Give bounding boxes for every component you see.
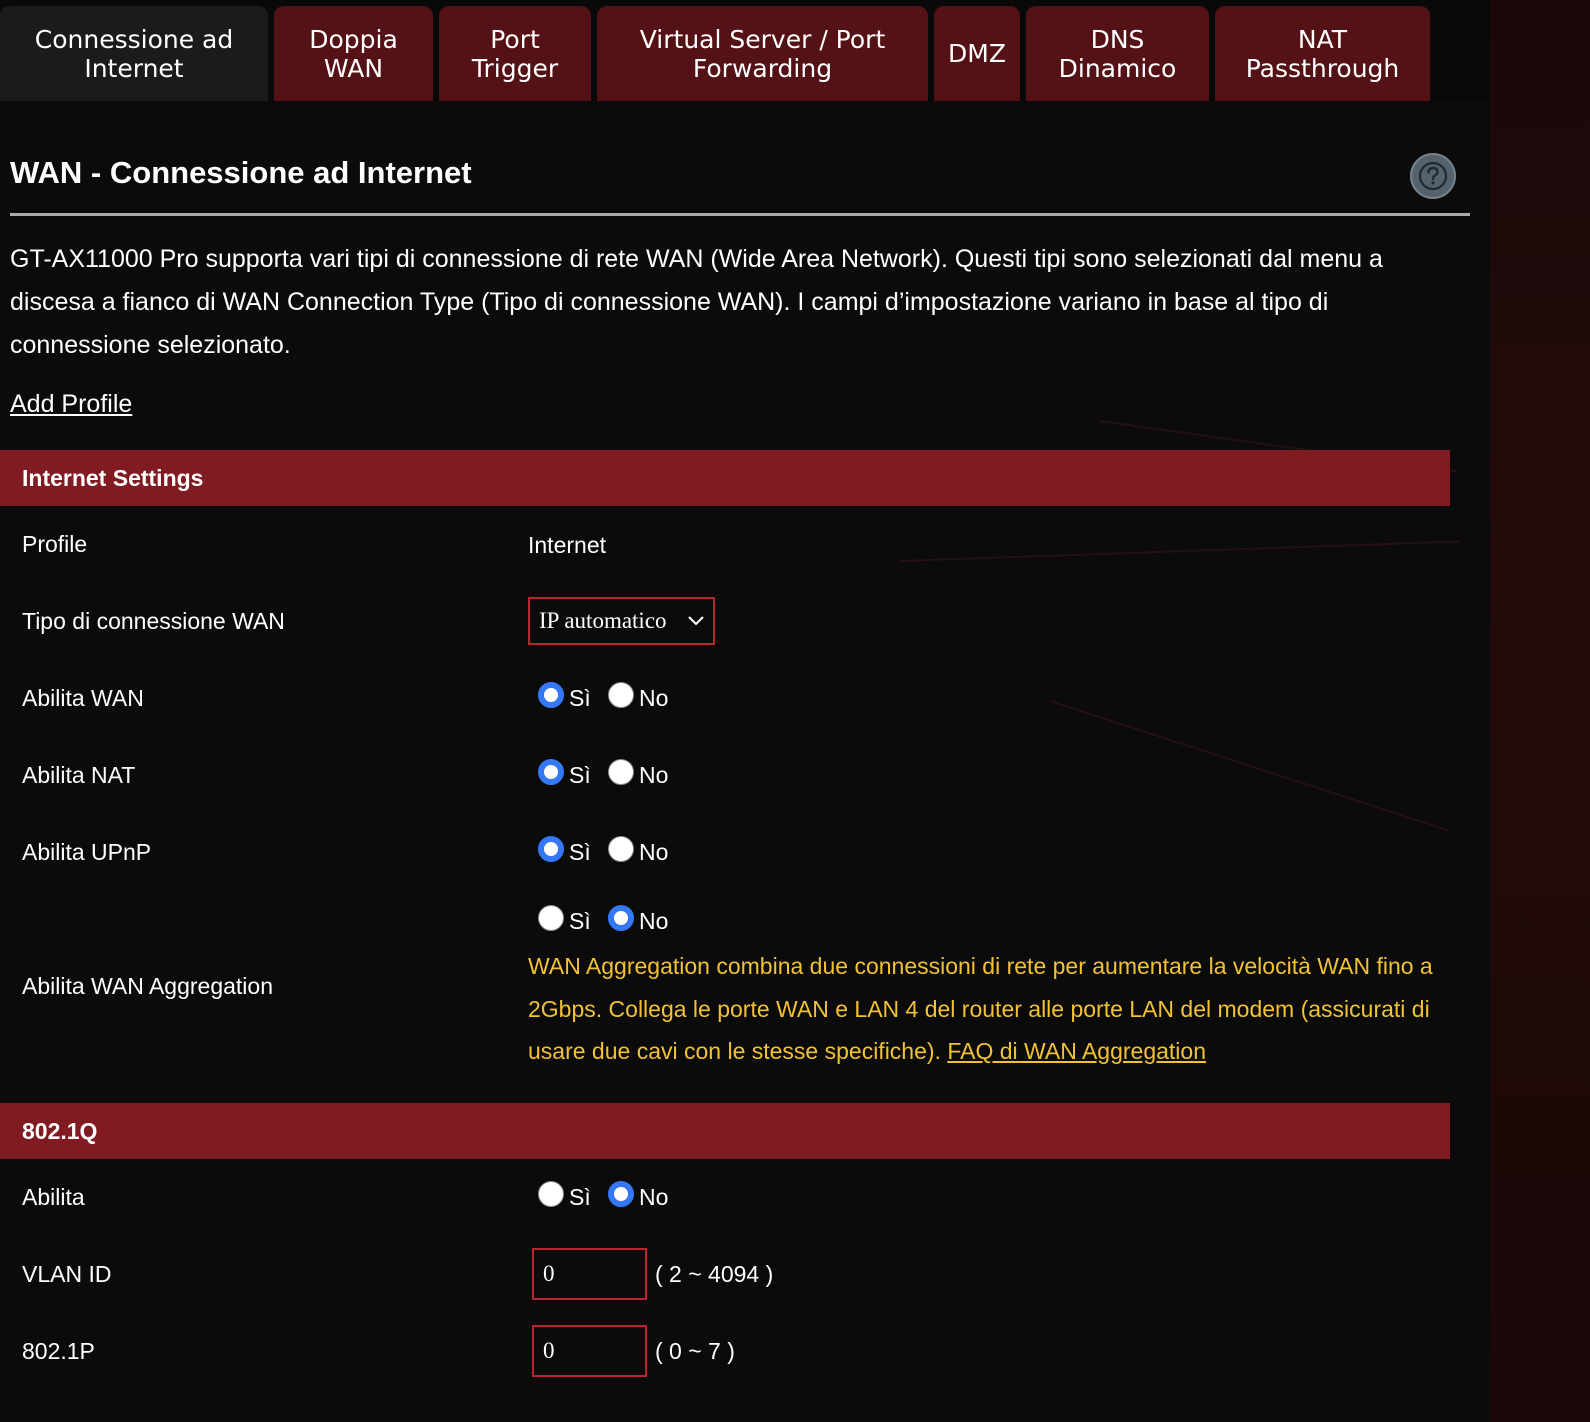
priority-range: ( 0 ~ 7 ) bbox=[655, 1338, 735, 1364]
title-divider bbox=[10, 213, 1470, 216]
profile-value: Internet bbox=[528, 532, 606, 558]
enable-nat-no-radio[interactable] bbox=[608, 759, 634, 785]
wan-type-label: Tipo di connessione WAN bbox=[22, 608, 285, 634]
radio-label-yes: Sì bbox=[569, 685, 591, 711]
dot1q-enable-label: Abilita bbox=[22, 1184, 85, 1210]
radio-label-no: No bbox=[639, 762, 669, 788]
radio-label-yes: Sì bbox=[569, 839, 591, 865]
section-header-internet-settings: Internet Settings bbox=[0, 450, 1450, 506]
wan-aggregation-no-radio[interactable] bbox=[608, 905, 634, 931]
tab-dns-dinamico[interactable]: DNS Dinamico bbox=[1026, 6, 1209, 101]
tab-connessione-internet[interactable]: Connessione ad Internet bbox=[0, 6, 268, 101]
wan-type-select[interactable]: IP automatico bbox=[528, 597, 715, 645]
section-header-8021q: 802.1Q bbox=[0, 1103, 1450, 1159]
radio-label-no: No bbox=[639, 685, 669, 711]
wan-aggregation-faq-link[interactable]: FAQ di WAN Aggregation bbox=[947, 1038, 1206, 1064]
enable-wan-yes-radio[interactable] bbox=[538, 682, 564, 708]
vlan-id-range: ( 2 ~ 4094 ) bbox=[655, 1261, 774, 1287]
section-title: Internet Settings bbox=[22, 464, 204, 491]
vlan-id-input[interactable] bbox=[532, 1248, 647, 1300]
enable-upnp-yes-radio[interactable] bbox=[538, 836, 564, 862]
enable-upnp-label: Abilita UPnP bbox=[22, 839, 152, 865]
tab-port-trigger[interactable]: Port Trigger bbox=[439, 6, 591, 101]
intro-description: GT-AX11000 Pro supporta vari tipi di con… bbox=[10, 245, 1383, 359]
wan-type-selected-value: IP automatico bbox=[539, 608, 667, 633]
radio-label-no: No bbox=[639, 839, 669, 865]
background-panel bbox=[1490, 0, 1590, 1422]
question-icon bbox=[1418, 161, 1448, 191]
dot1q-enable-no-radio[interactable] bbox=[608, 1181, 634, 1207]
add-profile-link[interactable]: Add Profile bbox=[10, 390, 132, 419]
profile-label: Profile bbox=[22, 531, 88, 557]
enable-wan-no-radio[interactable] bbox=[608, 682, 634, 708]
radio-label-no: No bbox=[639, 1184, 669, 1210]
help-button[interactable] bbox=[1410, 153, 1456, 199]
priority-input[interactable] bbox=[532, 1325, 647, 1377]
tab-virtual-server[interactable]: Virtual Server / Port Forwarding bbox=[597, 6, 928, 101]
radio-label-yes: Sì bbox=[569, 762, 591, 788]
dot1q-enable-yes-radio[interactable] bbox=[538, 1181, 564, 1207]
page-title: WAN - Connessione ad Internet bbox=[10, 155, 472, 190]
radio-label-yes: Sì bbox=[569, 908, 591, 934]
radio-label-yes: Sì bbox=[569, 1184, 591, 1210]
tab-doppia-wan[interactable]: Doppia WAN bbox=[274, 6, 433, 101]
enable-wan-label: Abilita WAN bbox=[22, 685, 144, 711]
radio-label-no: No bbox=[639, 908, 669, 934]
wan-aggregation-note: WAN Aggregation combina due connessioni … bbox=[528, 945, 1448, 1073]
wan-aggregation-label: Abilita WAN Aggregation bbox=[22, 973, 274, 999]
priority-label: 802.1P bbox=[22, 1338, 95, 1364]
section-title: 802.1Q bbox=[22, 1117, 98, 1144]
enable-nat-yes-radio[interactable] bbox=[538, 759, 564, 785]
chevron-down-icon bbox=[688, 616, 704, 626]
wan-aggregation-yes-radio[interactable] bbox=[538, 905, 564, 931]
tab-dmz[interactable]: DMZ bbox=[934, 6, 1020, 101]
enable-nat-label: Abilita NAT bbox=[22, 762, 136, 788]
enable-upnp-no-radio[interactable] bbox=[608, 836, 634, 862]
vlan-id-label: VLAN ID bbox=[22, 1261, 112, 1287]
tab-nat-passthrough[interactable]: NAT Passthrough bbox=[1215, 6, 1430, 101]
